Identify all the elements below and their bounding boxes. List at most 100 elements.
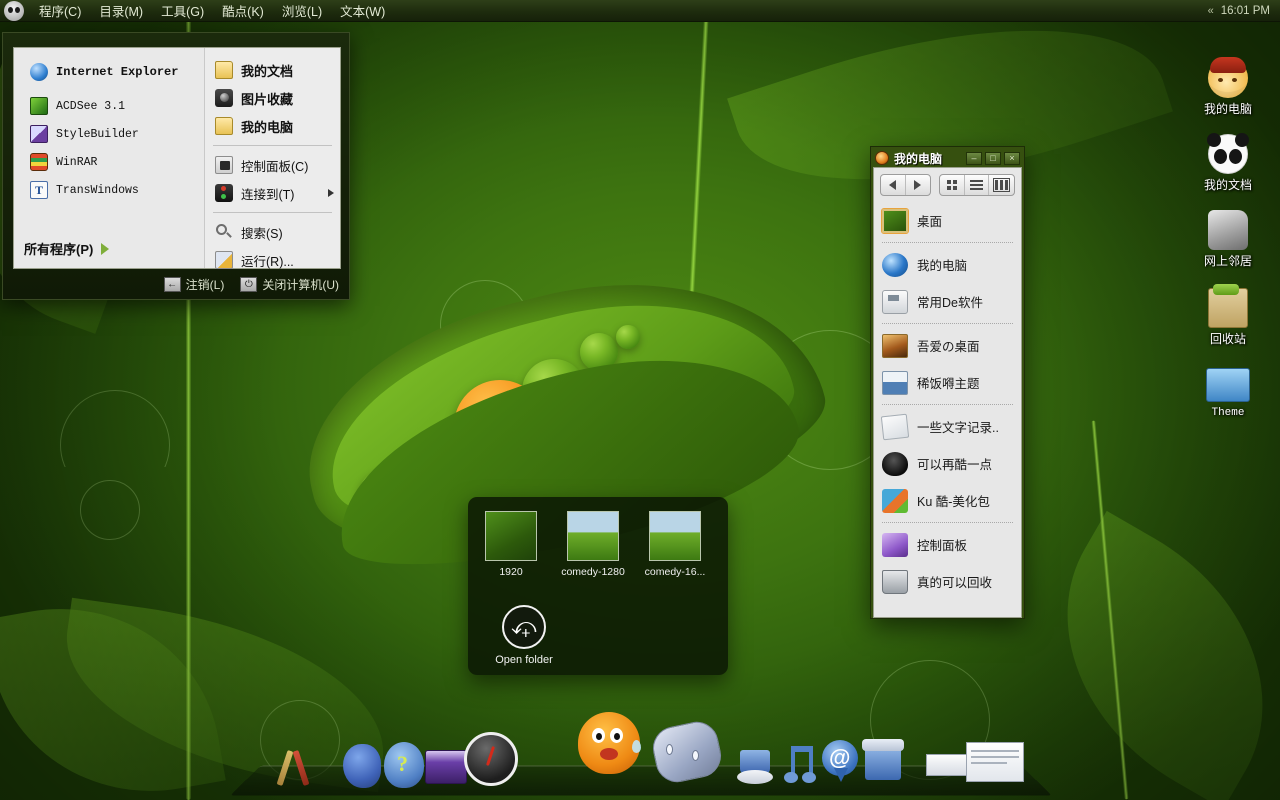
- desktop-icon-theme[interactable]: Theme: [1190, 368, 1266, 420]
- start-item-connect-to[interactable]: 连接到(T): [209, 179, 340, 207]
- winrar-icon: [30, 153, 48, 171]
- close-button[interactable]: ×: [1004, 151, 1020, 165]
- dock-item-at-mail[interactable]: @: [820, 740, 860, 788]
- dock-item-blue-bucket[interactable]: [736, 748, 774, 786]
- software-box-icon: [882, 289, 908, 314]
- open-folder-button[interactable]: ⤽ Open folder: [486, 605, 562, 666]
- menu-item-programs[interactable]: 程序(C): [30, 0, 90, 22]
- paint-bucket-icon: [882, 370, 908, 395]
- list-item[interactable]: 常用De软件: [874, 283, 1021, 320]
- start-item-my-computer[interactable]: 我的电脑: [209, 112, 340, 140]
- list-item[interactable]: 真的可以回收: [874, 563, 1021, 600]
- dock-item-compass-clock[interactable]: [464, 732, 518, 786]
- menu-item-cooldots[interactable]: 酷点(K): [213, 0, 273, 22]
- start-item-control-panel[interactable]: 控制面板(C): [209, 151, 340, 179]
- donkey-network-icon: [1208, 210, 1248, 250]
- desktop-icon-network-neighborhood[interactable]: 网上邻居: [1190, 210, 1266, 268]
- list-item[interactable]: 我的电脑: [874, 246, 1021, 283]
- dock-item-grey-fish[interactable]: [648, 717, 726, 788]
- list-item-label: 我的电脑: [917, 259, 968, 273]
- start-item-transwindows[interactable]: T TransWindows: [24, 176, 204, 204]
- acdsee-icon: [30, 97, 48, 115]
- control-panel-icon: [215, 156, 233, 174]
- list-item[interactable]: 一些文字记录..: [874, 408, 1021, 445]
- menu-item-directory[interactable]: 目录(M): [90, 0, 152, 22]
- start-menu-right-column: 我的文档 图片收藏 我的电脑 控制面板(C) 连接到(T) 搜索(S) 运行(R…: [204, 48, 340, 269]
- start-all-programs[interactable]: 所有程序(P): [24, 239, 110, 258]
- start-item-acdsee[interactable]: ACDSee 3.1: [24, 92, 204, 120]
- start-item-run[interactable]: 运行(R)...: [209, 246, 340, 274]
- start-menu-body: Internet Explorer ACDSee 3.1 StyleBuilde…: [13, 47, 341, 269]
- list-item[interactable]: 控制面板: [874, 526, 1021, 563]
- desktop-icon-label: Theme: [1211, 407, 1245, 419]
- desktop-icon-label: 网上邻居: [1203, 254, 1252, 268]
- list-item[interactable]: 稀饭嘚主题: [874, 364, 1021, 401]
- maximize-button[interactable]: □: [985, 151, 1001, 165]
- internet-explorer-icon: [30, 63, 48, 81]
- notes-pen-icon: [880, 413, 910, 440]
- dock-item-question-bulb[interactable]: ?: [384, 742, 424, 788]
- stack-item[interactable]: comedy-16...: [642, 511, 708, 578]
- forward-arrow-icon[interactable]: [906, 175, 931, 195]
- back-arrow-icon[interactable]: [881, 175, 906, 195]
- dock-item-pencils[interactable]: [272, 748, 324, 788]
- stack-item[interactable]: comedy-1280: [560, 511, 626, 578]
- power-icon: ⏻: [240, 276, 258, 292]
- start-item-winrar[interactable]: WinRAR: [24, 148, 204, 176]
- start-item-stylebuilder[interactable]: StyleBuilder: [24, 120, 204, 148]
- list-item-label: 常用De软件: [917, 296, 983, 310]
- my-computer-window: 我的电脑 – □ × 桌面 我的电脑 常用De软件 吾爱の桌面 稀饭嘚主题 一些…: [870, 146, 1025, 619]
- music-note-beam: [791, 746, 813, 752]
- stack-item-label: comedy-1280: [561, 566, 625, 578]
- clock[interactable]: 16:01 PM: [1221, 5, 1270, 17]
- dock-item-blue-trash[interactable]: [862, 736, 904, 786]
- list-view-icon[interactable]: [965, 175, 990, 195]
- panda-face-icon: [1207, 133, 1249, 174]
- list-item-label: 可以再酷一点: [917, 458, 993, 472]
- orange-monster-icon: [578, 712, 640, 774]
- start-item-my-documents[interactable]: 我的文档: [209, 56, 340, 84]
- list-item[interactable]: Ku 酷-美化包: [874, 482, 1021, 519]
- desktop-icon-label: 我的电脑: [1203, 102, 1252, 116]
- desktop-icon-recycle-bin[interactable]: 回收站: [1190, 284, 1266, 346]
- tray-expand-icon[interactable]: «: [1208, 5, 1214, 17]
- list-item[interactable]: 桌面: [874, 202, 1021, 239]
- pencils-icon: [276, 749, 294, 787]
- dock-item-purple-box[interactable]: [425, 750, 467, 784]
- desktop-icon-my-documents[interactable]: 我的文档: [1190, 133, 1266, 192]
- shutdown-button[interactable]: ⏻ 关闭计算机(U): [240, 276, 339, 293]
- skull-icon[interactable]: [4, 0, 24, 21]
- dock-item-documents[interactable]: [926, 742, 1026, 788]
- column-view-icon[interactable]: [989, 175, 1014, 195]
- desktop-icon-my-computer[interactable]: 我的电脑: [1190, 57, 1266, 116]
- chevron-right-icon: [101, 242, 110, 255]
- logoff-button[interactable]: ← 注销(L): [163, 276, 224, 293]
- document-lines: [971, 756, 1019, 758]
- start-menu-left-column: Internet Explorer ACDSee 3.1 StyleBuilde…: [14, 48, 204, 268]
- purple-panel-icon: [882, 532, 908, 557]
- menu-item-browse[interactable]: 浏览(L): [273, 0, 331, 22]
- top-menu-bar: 程序(C) 目录(M) 工具(G) 酷点(K) 浏览(L) 文本(W) « 16…: [0, 0, 1280, 22]
- window-title-bar[interactable]: 我的电脑 – □ ×: [873, 149, 1022, 167]
- menu-item-tools[interactable]: 工具(G): [152, 0, 213, 22]
- list-item-label: 吾爱の桌面: [917, 340, 980, 354]
- start-item-label: ACDSee 3.1: [56, 99, 126, 113]
- grid-view-icon[interactable]: [940, 175, 965, 195]
- list-item[interactable]: 可以再酷一点: [874, 445, 1021, 482]
- menu-item-text[interactable]: 文本(W): [331, 0, 394, 22]
- start-item-internet-explorer[interactable]: Internet Explorer: [24, 58, 204, 86]
- minimize-button[interactable]: –: [966, 151, 982, 165]
- system-tray: « 16:01 PM: [1208, 5, 1280, 17]
- start-item-search[interactable]: 搜索(S): [209, 218, 340, 246]
- folder-icon: [215, 117, 233, 135]
- list-item[interactable]: 吾爱の桌面: [874, 327, 1021, 364]
- document-lines: [971, 762, 1007, 764]
- start-item-my-pictures[interactable]: 图片收藏: [209, 84, 340, 112]
- search-icon: [215, 223, 233, 241]
- monster-mouth: [600, 748, 618, 760]
- stylebuilder-icon: [30, 125, 48, 143]
- dock-item-music-note[interactable]: [782, 744, 824, 788]
- stack-item[interactable]: 1920: [478, 511, 544, 578]
- dock-item-blue-creature[interactable]: [343, 744, 381, 788]
- dock-item-orange-monster[interactable]: [566, 706, 652, 788]
